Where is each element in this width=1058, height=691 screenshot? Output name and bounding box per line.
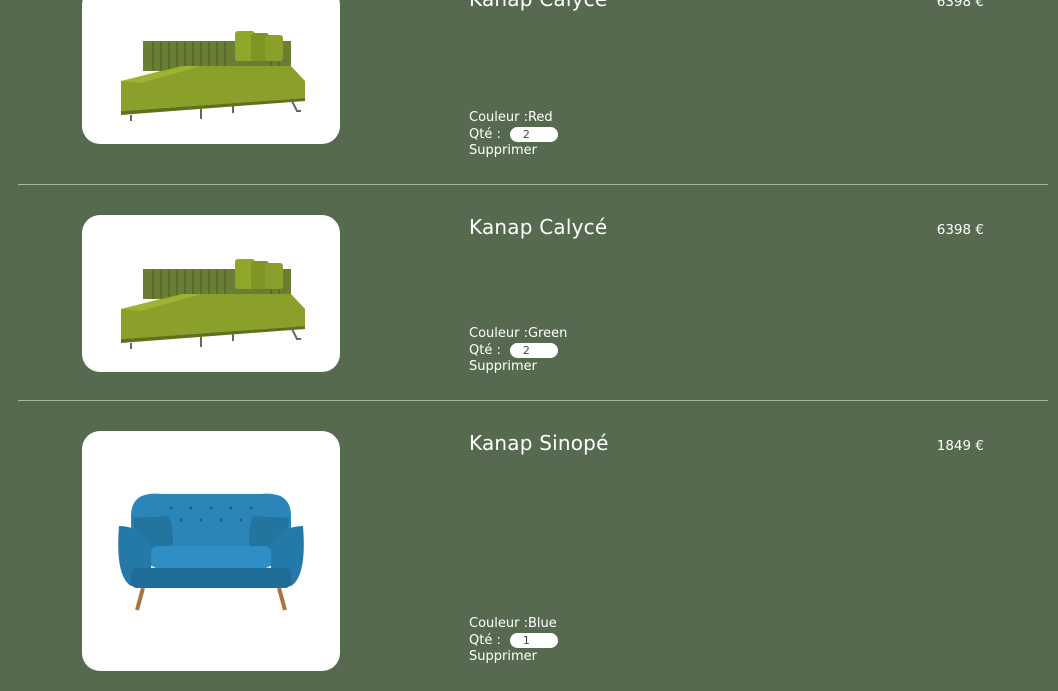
qty-label: Qté :: [469, 126, 501, 142]
product-name: Kanap Calycé: [469, 0, 607, 11]
color-prefix: Couleur :: [469, 326, 528, 341]
delete-item-button[interactable]: Supprimer: [469, 359, 567, 376]
cart-item: Kanap Sinopé 1849 € Couleur : Blue Qté :…: [18, 431, 1048, 691]
qty-label: Qté :: [469, 632, 501, 648]
quantity-input[interactable]: [509, 127, 558, 143]
color-value: Blue: [527, 616, 557, 631]
quantity-row: Qté :: [469, 343, 567, 360]
product-price: 6398 €: [936, 222, 984, 238]
color-row: Couleur : Red: [469, 110, 558, 127]
item-divider: [18, 400, 1048, 401]
sectional-sofa-image: [121, 30, 305, 121]
quantity-row: Qté :: [469, 127, 558, 144]
cart-item: Kanap Calycé 6398 € Couleur : Red Qté : …: [18, 0, 1048, 172]
color-prefix: Couleur :: [469, 616, 528, 631]
delete-item-button[interactable]: Supprimer: [469, 649, 558, 666]
product-image: [82, 215, 340, 372]
quantity-row: Qté :: [469, 633, 558, 650]
product-price: 1849 €: [936, 438, 984, 454]
product-name: Kanap Sinopé: [469, 431, 609, 455]
item-settings: Couleur : Green Qté : Supprimer: [469, 326, 567, 376]
cart-item: Kanap Calycé 6398 € Couleur : Green Qté …: [18, 215, 1048, 400]
color-prefix: Couleur :: [469, 110, 528, 125]
qty-label: Qté :: [469, 342, 501, 358]
delete-item-button[interactable]: Supprimer: [469, 143, 558, 160]
color-row: Couleur : Blue: [469, 616, 558, 633]
color-row: Couleur : Green: [469, 326, 567, 343]
product-price: 6398 €: [936, 0, 984, 10]
product-name: Kanap Calycé: [469, 215, 608, 239]
item-divider: [18, 184, 1048, 185]
quantity-input[interactable]: [509, 633, 558, 649]
quantity-input[interactable]: [509, 343, 558, 359]
armchair-sofa-image: [118, 493, 304, 611]
color-value: Green: [527, 326, 568, 341]
sectional-sofa-image: [121, 258, 305, 349]
item-settings: Couleur : Blue Qté : Supprimer: [469, 616, 558, 666]
product-image: [82, 0, 340, 144]
product-image: [82, 431, 340, 671]
color-value: Red: [527, 110, 553, 125]
item-settings: Couleur : Red Qté : Supprimer: [469, 110, 558, 160]
